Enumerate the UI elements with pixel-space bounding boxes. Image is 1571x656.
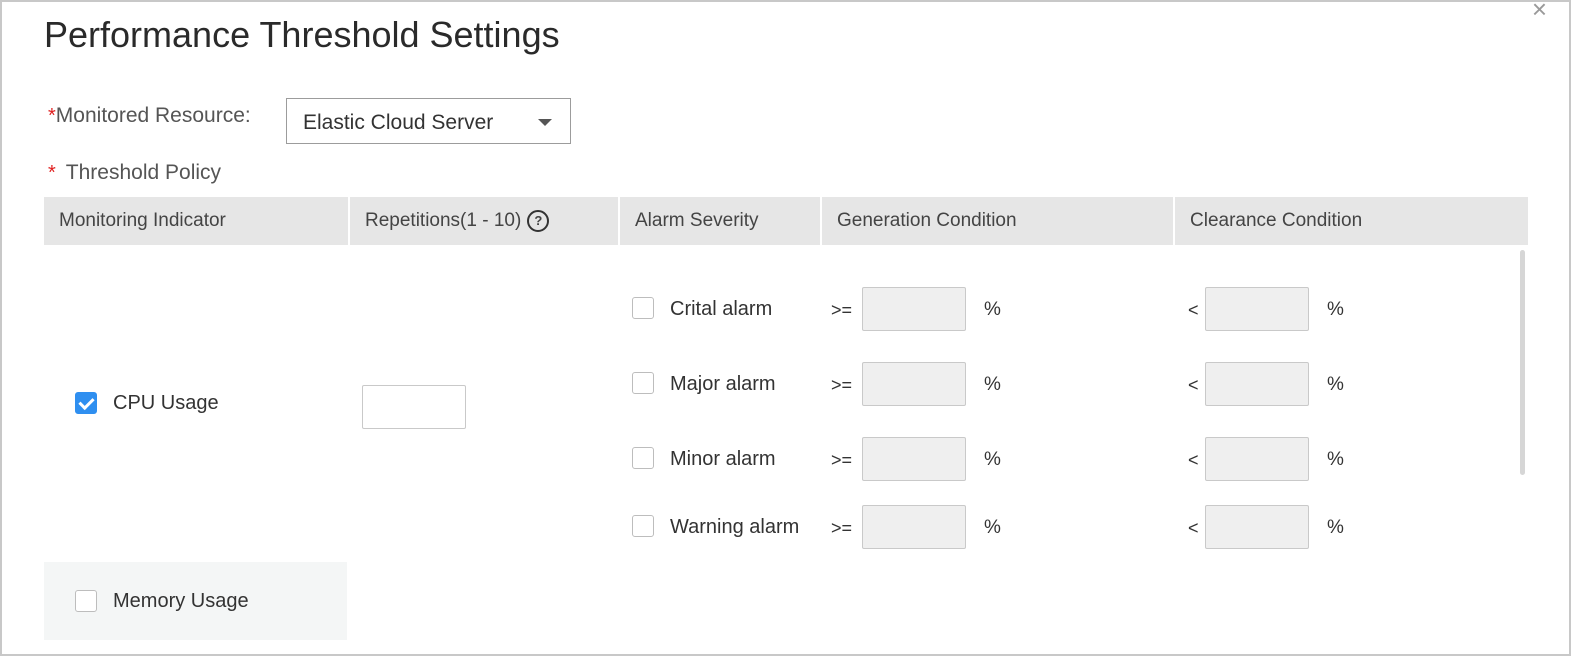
warning-generation-input[interactable] bbox=[862, 505, 966, 549]
critical-generation-input[interactable] bbox=[862, 287, 966, 331]
threshold-policy-label-text: Threshold Policy bbox=[65, 161, 222, 184]
major-alarm-checkbox[interactable] bbox=[632, 372, 654, 394]
critical-alarm-label: Crital alarm bbox=[670, 298, 773, 320]
header-repetitions: Repetitions(1 - 10)? bbox=[348, 197, 618, 245]
table-scrollbar[interactable] bbox=[1518, 248, 1526, 644]
header-clearance-condition: Clearance Condition bbox=[1173, 197, 1528, 245]
major-generation-input[interactable] bbox=[862, 362, 966, 406]
close-icon[interactable]: × bbox=[1532, 2, 1547, 22]
minor-clearance-input[interactable] bbox=[1205, 437, 1309, 481]
clearance-operator: < bbox=[1188, 300, 1199, 320]
scrollbar-thumb[interactable] bbox=[1520, 250, 1525, 475]
minor-alarm-checkbox[interactable] bbox=[632, 447, 654, 469]
percent-unit: % bbox=[984, 449, 1001, 470]
memory-usage-checkbox[interactable] bbox=[75, 590, 97, 612]
warning-clearance-input[interactable] bbox=[1205, 505, 1309, 549]
cpu-usage-label: CPU Usage bbox=[113, 392, 219, 414]
monitored-resource-select[interactable]: Elastic Cloud Server bbox=[286, 98, 571, 144]
percent-unit: % bbox=[1327, 517, 1344, 538]
percent-unit: % bbox=[1327, 374, 1344, 395]
percent-unit: % bbox=[1327, 299, 1344, 320]
generation-operator: >= bbox=[831, 518, 853, 538]
policy-table-header: Monitoring Indicator Repetitions(1 - 10)… bbox=[44, 197, 1528, 245]
minor-generation-input[interactable] bbox=[862, 437, 966, 481]
major-clearance-input[interactable] bbox=[1205, 362, 1309, 406]
header-monitoring-indicator: Monitoring Indicator bbox=[59, 210, 226, 231]
repetitions-input[interactable] bbox=[362, 385, 466, 429]
warning-alarm-checkbox[interactable] bbox=[632, 515, 654, 537]
generation-operator: >= bbox=[831, 450, 853, 470]
threshold-policy-label: * Threshold Policy bbox=[48, 161, 221, 185]
required-mark: * bbox=[48, 162, 56, 184]
dialog-title: Performance Threshold Settings bbox=[44, 14, 560, 55]
major-alarm-label: Major alarm bbox=[670, 373, 776, 395]
threshold-settings-dialog: × Performance Threshold Settings *Monito… bbox=[0, 0, 1571, 656]
header-generation-condition: Generation Condition bbox=[820, 197, 1173, 245]
critical-alarm-checkbox[interactable] bbox=[632, 297, 654, 319]
header-repetitions-text: Repetitions(1 - 10) bbox=[365, 210, 522, 231]
percent-unit: % bbox=[984, 374, 1001, 395]
required-mark: * bbox=[48, 105, 56, 127]
percent-unit: % bbox=[1327, 449, 1344, 470]
monitored-resource-label-text: Monitored Resource: bbox=[55, 104, 251, 127]
critical-clearance-input[interactable] bbox=[1205, 287, 1309, 331]
generation-operator: >= bbox=[831, 300, 853, 320]
chevron-down-icon bbox=[538, 119, 552, 126]
generation-operator: >= bbox=[831, 375, 853, 395]
header-alarm-severity: Alarm Severity bbox=[618, 197, 820, 245]
memory-usage-label: Memory Usage bbox=[113, 590, 249, 612]
clearance-operator: < bbox=[1188, 450, 1199, 470]
help-icon[interactable]: ? bbox=[527, 209, 550, 232]
percent-unit: % bbox=[984, 299, 1001, 320]
warning-alarm-label: Warning alarm bbox=[670, 516, 800, 538]
monitored-resource-value: Elastic Cloud Server bbox=[303, 111, 494, 134]
percent-unit: % bbox=[984, 517, 1001, 538]
clearance-operator: < bbox=[1188, 518, 1199, 538]
clearance-operator: < bbox=[1188, 375, 1199, 395]
monitored-resource-label: *Monitored Resource: bbox=[48, 104, 251, 128]
memory-usage-row: Memory Usage bbox=[44, 562, 347, 640]
minor-alarm-label: Minor alarm bbox=[670, 448, 776, 470]
cpu-usage-checkbox[interactable] bbox=[75, 392, 97, 414]
